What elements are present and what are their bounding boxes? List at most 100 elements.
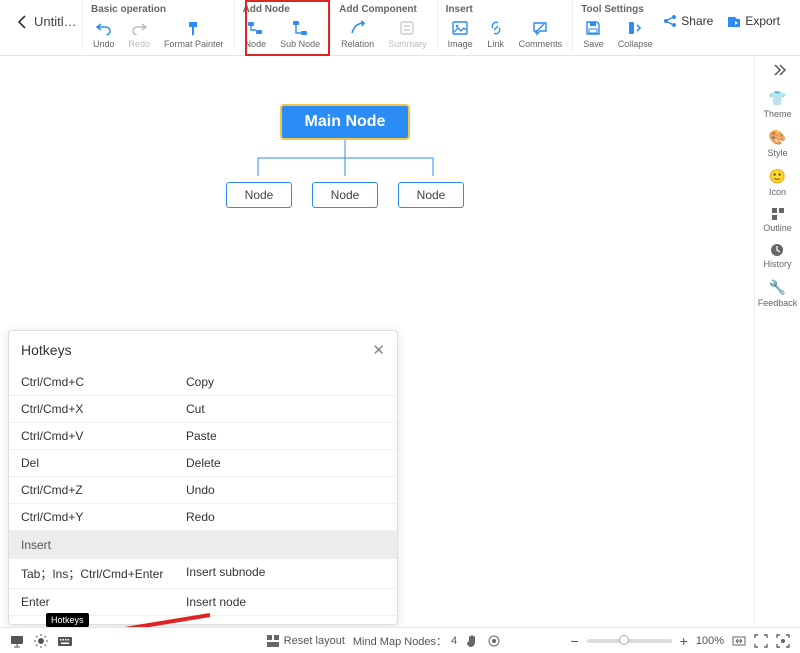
format-painter-button[interactable]: Format Painter [160, 17, 228, 51]
child-node-1[interactable]: Node [226, 182, 292, 208]
hotkeys-tooltip: Hotkeys [46, 613, 89, 627]
child-node-2[interactable]: Node [312, 182, 378, 208]
panel-collapse-toggle[interactable] [770, 64, 786, 76]
right-panel: 👕Theme 🎨Style 🙂Icon Outline History 🔧Fee… [754, 56, 800, 627]
group-add-component: Add Component Relation Summary [330, 0, 437, 51]
link-button[interactable]: Link [483, 17, 509, 51]
panel-feedback[interactable]: 🔧Feedback [758, 279, 798, 308]
undo-label: Undo [93, 39, 115, 49]
save-icon [584, 19, 602, 37]
shirt-icon: 👕 [769, 90, 786, 107]
group-insert-header: Insert [444, 4, 567, 15]
share-icon [663, 14, 677, 28]
save-label: Save [583, 39, 604, 49]
hotkeys-title: Hotkeys [21, 342, 72, 358]
main-node[interactable]: Main Node [280, 104, 410, 140]
summary-button[interactable]: Summary [384, 17, 431, 51]
back-button[interactable] [6, 0, 34, 30]
hotkey-row: Ctrl/Cmd+XCut [9, 396, 397, 423]
summary-icon [398, 19, 416, 37]
zoom-level: 100% [696, 635, 724, 647]
keyboard-icon[interactable] [58, 634, 72, 648]
hotkey-row: DelDelete [9, 450, 397, 477]
format-painter-icon [185, 19, 203, 37]
group-add-component-header: Add Component [337, 4, 431, 15]
hotkey-row: Ctrl/Cmd+CCopy [9, 369, 397, 396]
child-node-3[interactable]: Node [398, 182, 464, 208]
presentation-icon[interactable] [10, 634, 24, 648]
panel-icon[interactable]: 🙂Icon [769, 168, 786, 197]
redo-label: Redo [129, 39, 151, 49]
zoom-slider[interactable] [587, 639, 672, 643]
hotkey-row: Ctrl/Cmd+ZUndo [9, 477, 397, 504]
hotkey-row: Ctrl/Cmd+YRedo [9, 504, 397, 531]
panel-theme[interactable]: 👕Theme [763, 90, 791, 119]
export-label: Export [745, 14, 780, 28]
redo-button[interactable]: Redo [125, 17, 155, 51]
image-icon [451, 19, 469, 37]
undo-icon [95, 19, 113, 37]
clock-icon [770, 243, 784, 257]
relation-icon [349, 19, 367, 37]
group-insert: Insert Image Link Comments [437, 0, 573, 51]
hotkeys-body[interactable]: Ctrl/Cmd+CCopy Ctrl/Cmd+XCut Ctrl/Cmd+VP… [9, 369, 397, 624]
panel-outline[interactable]: Outline [763, 207, 792, 233]
link-label: Link [487, 39, 504, 49]
panel-style[interactable]: 🎨Style [767, 129, 787, 158]
collapse-label: Collapse [618, 39, 653, 49]
focus-icon[interactable] [776, 634, 790, 648]
comments-button[interactable]: Comments [515, 17, 567, 51]
hotkeys-popup: Hotkeys ✕ Ctrl/Cmd+CCopy Ctrl/Cmd+XCut C… [8, 330, 398, 625]
add-node-label: Node [245, 39, 267, 49]
collapse-icon [626, 19, 644, 37]
status-bar: Reset layout Mind Map Nodes：4 − + 100% [0, 627, 800, 653]
share-button[interactable]: Share [663, 14, 713, 28]
group-add-node: Add Node Node Sub Node [234, 0, 331, 51]
image-button[interactable]: Image [444, 17, 477, 51]
fullscreen-icon[interactable] [754, 634, 768, 648]
document-title[interactable]: Untitl… [34, 0, 82, 29]
hand-tool[interactable] [465, 634, 479, 648]
fit-width-icon[interactable] [732, 634, 746, 648]
group-basic: Basic operation Undo Redo Format Painter [82, 0, 234, 51]
share-label: Share [681, 14, 713, 28]
export-button[interactable]: Export [727, 14, 780, 28]
group-tool-settings-header: Tool Settings [579, 4, 657, 15]
comments-label: Comments [519, 39, 563, 49]
relation-button[interactable]: Relation [337, 17, 378, 51]
layout-icon [266, 634, 280, 648]
comments-icon [531, 19, 549, 37]
group-add-node-header: Add Node [241, 4, 325, 15]
zoom-out[interactable]: − [570, 633, 578, 649]
group-basic-header: Basic operation [89, 4, 228, 15]
target-tool[interactable] [487, 634, 501, 648]
link-icon [487, 19, 505, 37]
outline-icon [771, 207, 785, 221]
zoom-in[interactable]: + [680, 633, 688, 649]
hotkey-row: Ctrl/Cmd+VPaste [9, 423, 397, 450]
export-icon [727, 14, 741, 28]
brightness-icon[interactable] [34, 634, 48, 648]
add-node-button[interactable]: Node [241, 17, 271, 51]
hotkeys-close[interactable]: ✕ [372, 341, 385, 359]
hotkey-row: Tab；Ins；Ctrl/Cmd+EnterInsert subnode [9, 559, 397, 589]
palette-icon: 🎨 [769, 129, 786, 146]
undo-button[interactable]: Undo [89, 17, 119, 51]
relation-label: Relation [341, 39, 374, 49]
panel-history[interactable]: History [763, 243, 791, 269]
toolbar: Untitl… Basic operation Undo Redo Format… [0, 0, 800, 56]
add-sub-node-label: Sub Node [280, 39, 320, 49]
collapse-button[interactable]: Collapse [614, 17, 657, 51]
image-label: Image [448, 39, 473, 49]
hotkey-section-insert: Insert [9, 531, 397, 559]
add-sub-node-icon [291, 19, 309, 37]
node-count: Mind Map Nodes：4 [353, 633, 457, 649]
save-button[interactable]: Save [579, 17, 608, 51]
reset-layout-button[interactable]: Reset layout [266, 634, 345, 648]
add-node-icon [246, 19, 264, 37]
wrench-icon: 🔧 [769, 279, 786, 296]
redo-icon [130, 19, 148, 37]
add-sub-node-button[interactable]: Sub Node [276, 17, 324, 51]
summary-label: Summary [388, 39, 427, 49]
hotkey-row: EnterInsert node [9, 589, 397, 616]
